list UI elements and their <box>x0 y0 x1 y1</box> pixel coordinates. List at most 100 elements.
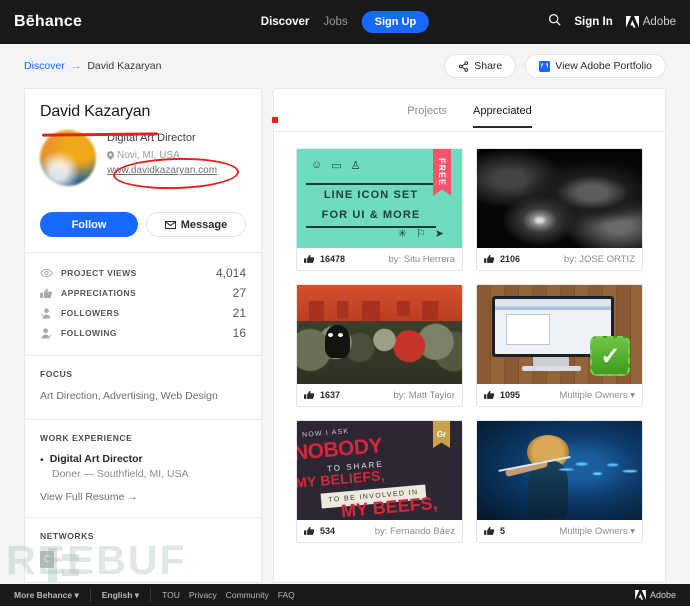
job-title: Digital Art Director <box>49 452 143 465</box>
project-thumbnail: ☺ ▭ ♙ LINE ICON SET FOR UI & MORE ✳ ⚐ ➤ <box>297 149 462 248</box>
main-content: David Kazaryan Digital Art Director Novi… <box>0 88 690 583</box>
tab-projects[interactable]: Projects <box>407 105 447 124</box>
adobe-logo-icon <box>635 590 646 600</box>
author-label[interactable]: by: JOSE ORTIZ <box>564 254 635 265</box>
footer-link-tou[interactable]: TOU <box>162 590 180 600</box>
network-badge-icon[interactable]: C <box>40 550 54 568</box>
like-count: 1095 <box>500 390 521 400</box>
person-icon: ☺ <box>311 159 323 171</box>
share-button[interactable]: Share <box>444 54 517 78</box>
bullet-icon: • <box>40 453 44 466</box>
project-card[interactable]: ☺ ▭ ♙ LINE ICON SET FOR UI & MORE ✳ ⚐ ➤ <box>296 148 463 271</box>
author-label[interactable]: by: Fernando Báez <box>375 526 455 537</box>
stat-appreciations: APPRECIATIONS 27 <box>40 283 246 303</box>
eye-icon <box>40 268 53 278</box>
like-count: 534 <box>320 526 336 536</box>
monitor-base <box>521 366 581 372</box>
breadcrumb-current: David Kazaryan <box>87 60 162 72</box>
follow-button[interactable]: Follow <box>40 212 138 237</box>
footer-adobe[interactable]: Adobe <box>635 590 676 600</box>
thumb-up-icon <box>484 390 495 399</box>
adobe-logo-icon <box>625 16 639 28</box>
profile-location: Novi, MI, USA <box>107 150 217 161</box>
work-experience-title: WORK EXPERIENCE <box>40 432 133 443</box>
networks-section: NETWORKS C <box>25 518 261 582</box>
footer-link-privacy[interactable]: Privacy <box>189 590 217 600</box>
behance-logo[interactable]: Bēhance <box>14 13 82 31</box>
footer-bar: More Behance ▾ English ▾ TOU Privacy Com… <box>0 584 690 606</box>
card-footer: 2106 by: JOSE ORTIZ <box>477 248 642 270</box>
card-footer: 534 by: Fernando Báez <box>297 520 462 542</box>
shirt-icon: ♙ <box>350 160 361 172</box>
work-panel: Projects Appreciated ☺ ▭ ♙ LINE ICON SET… <box>273 88 666 583</box>
job-subtitle: Doner — Southfield, MI, USA <box>52 467 189 480</box>
thumb-up-icon <box>40 288 53 298</box>
stat-label: FOLLOWING <box>61 328 117 338</box>
like-count: 5 <box>500 526 506 536</box>
portfolio-label: View Adobe Portfolio <box>555 60 652 72</box>
chat-icon: ▭ <box>331 160 342 172</box>
breadcrumb-discover[interactable]: Discover <box>24 60 65 72</box>
message-button[interactable]: Message <box>146 212 246 237</box>
send-icon: ➤ <box>434 228 444 240</box>
project-card[interactable]: 1637 by: Matt Taylor <box>296 284 463 407</box>
focus-title: FOCUS <box>40 369 73 379</box>
job-entry: • Digital Art Director <box>40 453 246 467</box>
checkmark-icon: ✓ <box>590 336 631 377</box>
project-card[interactable]: 2106 by: JOSE ORTIZ <box>476 148 643 271</box>
portfolio-icon <box>539 60 551 72</box>
footer-more-behance[interactable]: More Behance ▾ <box>14 588 91 602</box>
view-adobe-portfolio-button[interactable]: View Adobe Portfolio <box>525 54 666 78</box>
thumb-banner: LINE ICON SET FOR UI & MORE <box>306 183 436 228</box>
sign-up-button[interactable]: Sign Up <box>361 11 430 33</box>
nav-discover[interactable]: Discover <box>261 16 310 28</box>
flag-icon: ⚐ <box>415 228 426 240</box>
breadcrumb-actions: Share View Adobe Portfolio <box>444 54 666 78</box>
thumb-crowd <box>297 320 462 384</box>
profile-actions: Follow Message <box>25 199 261 252</box>
thumb-title-line1: LINE ICON SET <box>323 188 419 201</box>
project-thumbnail: NOW I ASK NOBODY TO SHARE MY BELIEFS, TO… <box>297 421 462 520</box>
search-icon[interactable] <box>548 13 562 31</box>
project-card[interactable]: ✓ 1095 Multiple Owners ▾ <box>476 284 643 407</box>
project-card[interactable]: NOW I ASK NOBODY TO SHARE MY BELIEFS, TO… <box>296 420 463 543</box>
project-thumbnail: ✓ <box>477 285 642 384</box>
view-full-resume-link[interactable]: View Full Resume → <box>40 491 246 503</box>
project-thumbnail <box>477 421 642 520</box>
like-count: 16478 <box>320 254 346 264</box>
nav-jobs[interactable]: Jobs <box>323 16 347 28</box>
card-footer: 1637 by: Matt Taylor <box>297 384 462 406</box>
adobe-link[interactable]: Adobe <box>625 16 676 28</box>
tab-bar: Projects Appreciated <box>274 89 665 132</box>
card-footer: 16478 by: Situ Herrera <box>297 248 462 270</box>
avatar[interactable] <box>40 130 96 186</box>
project-thumbnail <box>477 149 642 248</box>
stat-label: APPRECIATIONS <box>61 288 137 298</box>
thumb-up-icon <box>304 390 315 399</box>
primary-nav: Discover Jobs Sign Up <box>261 11 430 33</box>
stat-value: 16 <box>232 326 246 340</box>
thumb-title-line2: FOR UI & MORE <box>321 209 421 222</box>
author-label[interactable]: by: Matt Taylor <box>393 390 455 401</box>
breadcrumb-row: Discover → David Kazaryan Share View Ado… <box>0 44 690 88</box>
sign-in-link[interactable]: Sign In <box>574 16 612 28</box>
project-card[interactable]: 5 Multiple Owners ▾ <box>476 420 643 543</box>
footer-link-faq[interactable]: FAQ <box>278 590 295 600</box>
owners-dropdown[interactable]: Multiple Owners ▾ <box>559 526 635 537</box>
author-label[interactable]: by: Situ Herrera <box>388 254 455 265</box>
footer-language[interactable]: English ▾ <box>102 588 152 602</box>
footer-adobe-label: Adobe <box>649 590 676 600</box>
like-count: 1637 <box>320 390 341 400</box>
focus-body: Art Direction, Advertising, Web Design <box>40 390 218 402</box>
profile-website-link[interactable]: www.davidkazaryan.com <box>107 165 217 176</box>
profile-identity: Digital Art Director Novi, MI, USA www.d… <box>40 130 246 186</box>
footer-link-community[interactable]: Community <box>226 590 269 600</box>
tab-appreciated[interactable]: Appreciated <box>473 105 532 128</box>
profile-location-text: Novi, MI, USA <box>117 150 180 161</box>
share-label: Share <box>474 60 503 72</box>
profile-meta: Digital Art Director Novi, MI, USA www.d… <box>107 130 217 186</box>
project-grid: ☺ ▭ ♙ LINE ICON SET FOR UI & MORE ✳ ⚐ ➤ <box>274 132 665 559</box>
owners-dropdown[interactable]: Multiple Owners ▾ <box>559 390 635 401</box>
thumb-up-icon <box>304 254 315 263</box>
energy-wave <box>556 458 642 481</box>
